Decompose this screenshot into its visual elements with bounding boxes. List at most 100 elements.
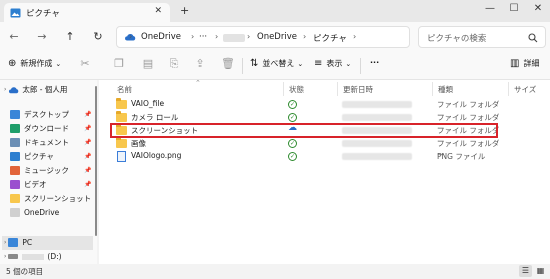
sidebar-item-account[interactable]: › 太郎 - 個人用 bbox=[4, 83, 67, 96]
new-label: 新規作成 bbox=[20, 59, 53, 68]
back-button[interactable]: ← bbox=[6, 29, 22, 45]
column-divider[interactable] bbox=[508, 82, 509, 96]
sort-icon: ⇅ bbox=[250, 58, 259, 69]
column-header-type[interactable]: 種類 bbox=[438, 84, 453, 95]
sidebar-item-3[interactable]: ピクチャ 📌 bbox=[10, 150, 91, 163]
search-box[interactable]: ピクチャの検索 bbox=[418, 26, 546, 48]
new-tab-button[interactable]: + bbox=[180, 4, 189, 17]
file-name: VAIO_file bbox=[131, 99, 165, 108]
sidebar-item-2[interactable]: ドキュメント 📌 bbox=[10, 136, 91, 149]
search-placeholder: ピクチャの検索 bbox=[427, 34, 487, 44]
picture-icon bbox=[10, 152, 20, 161]
breadcrumb-ellipsis[interactable]: ··· bbox=[199, 32, 207, 42]
chevron-right-icon: › bbox=[4, 86, 7, 93]
sidebar-item-label: 太郎 - 個人用 bbox=[22, 85, 68, 94]
sidebar-item-drive-d[interactable]: › (D:) bbox=[4, 250, 62, 263]
desktop-icon bbox=[10, 110, 20, 119]
more-options-button[interactable]: ··· bbox=[370, 58, 379, 67]
file-row[interactable]: VAIO_file ✓ ファイル フォルダー bbox=[110, 98, 500, 120]
sidebar-item-1[interactable]: ダウンロード 📌 bbox=[10, 122, 91, 135]
folder-icon bbox=[116, 111, 127, 122]
sidebar-item-pc[interactable]: › PC bbox=[4, 236, 32, 249]
redacted-date bbox=[342, 101, 412, 108]
sort-up-icon: ⌃ bbox=[195, 79, 201, 87]
folder-icon bbox=[10, 194, 20, 203]
column-header-status[interactable]: 状態 bbox=[289, 84, 304, 95]
synced-status-icon: ✓ bbox=[288, 152, 297, 161]
file-row[interactable]: 画像 ✓ ファイル フォルダー bbox=[110, 137, 500, 159]
image-file-icon bbox=[117, 151, 126, 162]
tab-close-icon[interactable]: ✕ bbox=[154, 6, 162, 16]
breadcrumb-onedrive-root[interactable]: OneDrive bbox=[141, 32, 181, 42]
redacted-drive-name bbox=[22, 253, 45, 260]
details-pane-button[interactable]: ▥ 詳細 bbox=[510, 58, 539, 69]
document-icon bbox=[10, 138, 20, 147]
file-name: VAIOlogo.png bbox=[131, 151, 182, 160]
new-button[interactable]: ⊕ 新規作成 ⌄ bbox=[8, 58, 61, 69]
copy-icon[interactable]: ❐ bbox=[111, 57, 127, 70]
forward-button[interactable]: → bbox=[34, 29, 50, 45]
navigation-bar: ← → ↑ ↻ › OneDrive › ··· › › OneDrive › … bbox=[0, 22, 550, 52]
delete-icon[interactable]: 🗑 bbox=[220, 57, 236, 70]
video-icon bbox=[10, 180, 20, 189]
sidebar-item-label: ビデオ bbox=[24, 180, 47, 189]
sidebar-scrollbar[interactable] bbox=[95, 86, 97, 236]
column-divider[interactable] bbox=[283, 82, 284, 96]
breadcrumb-onedrive[interactable]: OneDrive bbox=[257, 32, 297, 42]
sidebar-item-6[interactable]: スクリーンショット bbox=[10, 192, 91, 205]
pin-icon[interactable]: 📌 bbox=[84, 125, 91, 132]
sidebar-item-0[interactable]: デスクトップ 📌 bbox=[10, 108, 91, 121]
drive-icon bbox=[8, 254, 19, 259]
plus-circle-icon: ⊕ bbox=[8, 58, 17, 69]
address-bar[interactable]: › OneDrive › ··· › › OneDrive › ピクチャ › bbox=[116, 26, 410, 48]
chevron-right-icon: › bbox=[129, 32, 133, 41]
toolbar-divider bbox=[360, 58, 361, 74]
pin-icon[interactable]: 📌 bbox=[84, 181, 91, 188]
file-row[interactable]: VAIOlogo.png ✓ PNG ファイル bbox=[110, 150, 500, 163]
synced-status-icon: ✓ bbox=[288, 100, 297, 109]
toolbar-divider bbox=[242, 58, 243, 74]
pin-icon[interactable]: 📌 bbox=[84, 111, 91, 118]
details-view-icon[interactable]: ☰ bbox=[519, 265, 532, 277]
cut-icon[interactable]: ✂ bbox=[77, 57, 93, 70]
refresh-button[interactable]: ↻ bbox=[90, 29, 106, 45]
view-button[interactable]: ≡ 表示 ⌄ bbox=[314, 58, 351, 69]
share-icon[interactable]: ⇪ bbox=[192, 57, 208, 70]
navigation-pane: › 太郎 - 個人用 デスクトップ 📌 ダウンロード 📌 ドキュメント 📌 ピクチャ 📌 ミュー… bbox=[0, 80, 97, 264]
sort-button[interactable]: ⇅ 並べ替え ⌄ bbox=[250, 58, 303, 69]
redacted-date bbox=[342, 153, 412, 160]
synced-status-icon: ✓ bbox=[288, 113, 297, 122]
pin-icon[interactable]: 📌 bbox=[84, 153, 91, 160]
column-header-name[interactable]: 名前 bbox=[117, 84, 132, 95]
maximize-button[interactable]: ☐ bbox=[506, 3, 522, 14]
chevron-right-icon: › bbox=[215, 32, 219, 41]
column-divider[interactable] bbox=[337, 82, 338, 96]
column-header-size[interactable]: サイズ bbox=[514, 84, 536, 95]
details-label: 詳細 bbox=[523, 59, 540, 68]
sort-label: 並べ替え bbox=[262, 59, 295, 68]
tiles-view-icon[interactable]: ▦ bbox=[534, 265, 547, 277]
tab-pictures[interactable]: ピクチャ ✕ bbox=[4, 3, 170, 22]
redacted-date bbox=[342, 140, 412, 147]
column-header-date[interactable]: 更新日時 bbox=[343, 84, 373, 95]
download-icon bbox=[10, 124, 20, 133]
view-list-icon: ≡ bbox=[314, 58, 323, 69]
file-type: PNG ファイル bbox=[437, 152, 486, 161]
sidebar-item-4[interactable]: ミュージック 📌 bbox=[10, 164, 91, 177]
sidebar-item-5[interactable]: ビデオ 📌 bbox=[10, 178, 91, 191]
column-divider[interactable] bbox=[432, 82, 433, 96]
chevron-down-icon: ⌄ bbox=[345, 59, 352, 68]
up-button[interactable]: ↑ bbox=[62, 29, 78, 45]
chevron-right-icon: › bbox=[353, 32, 357, 41]
title-bar: ピクチャ ✕ + — ☐ ✕ bbox=[0, 0, 550, 22]
minimize-button[interactable]: — bbox=[482, 3, 498, 14]
rename-icon[interactable]: ⎘ bbox=[166, 57, 182, 71]
folder-icon bbox=[116, 98, 127, 109]
sidebar-item-7[interactable]: OneDrive bbox=[10, 206, 59, 219]
sidebar-item-label: ミュージック bbox=[24, 166, 69, 175]
pin-icon[interactable]: 📌 bbox=[84, 139, 91, 146]
pin-icon[interactable]: 📌 bbox=[84, 167, 91, 174]
breadcrumb-pictures[interactable]: ピクチャ bbox=[313, 32, 347, 44]
close-window-button[interactable]: ✕ bbox=[530, 3, 546, 14]
paste-icon[interactable]: ▤ bbox=[140, 57, 156, 70]
